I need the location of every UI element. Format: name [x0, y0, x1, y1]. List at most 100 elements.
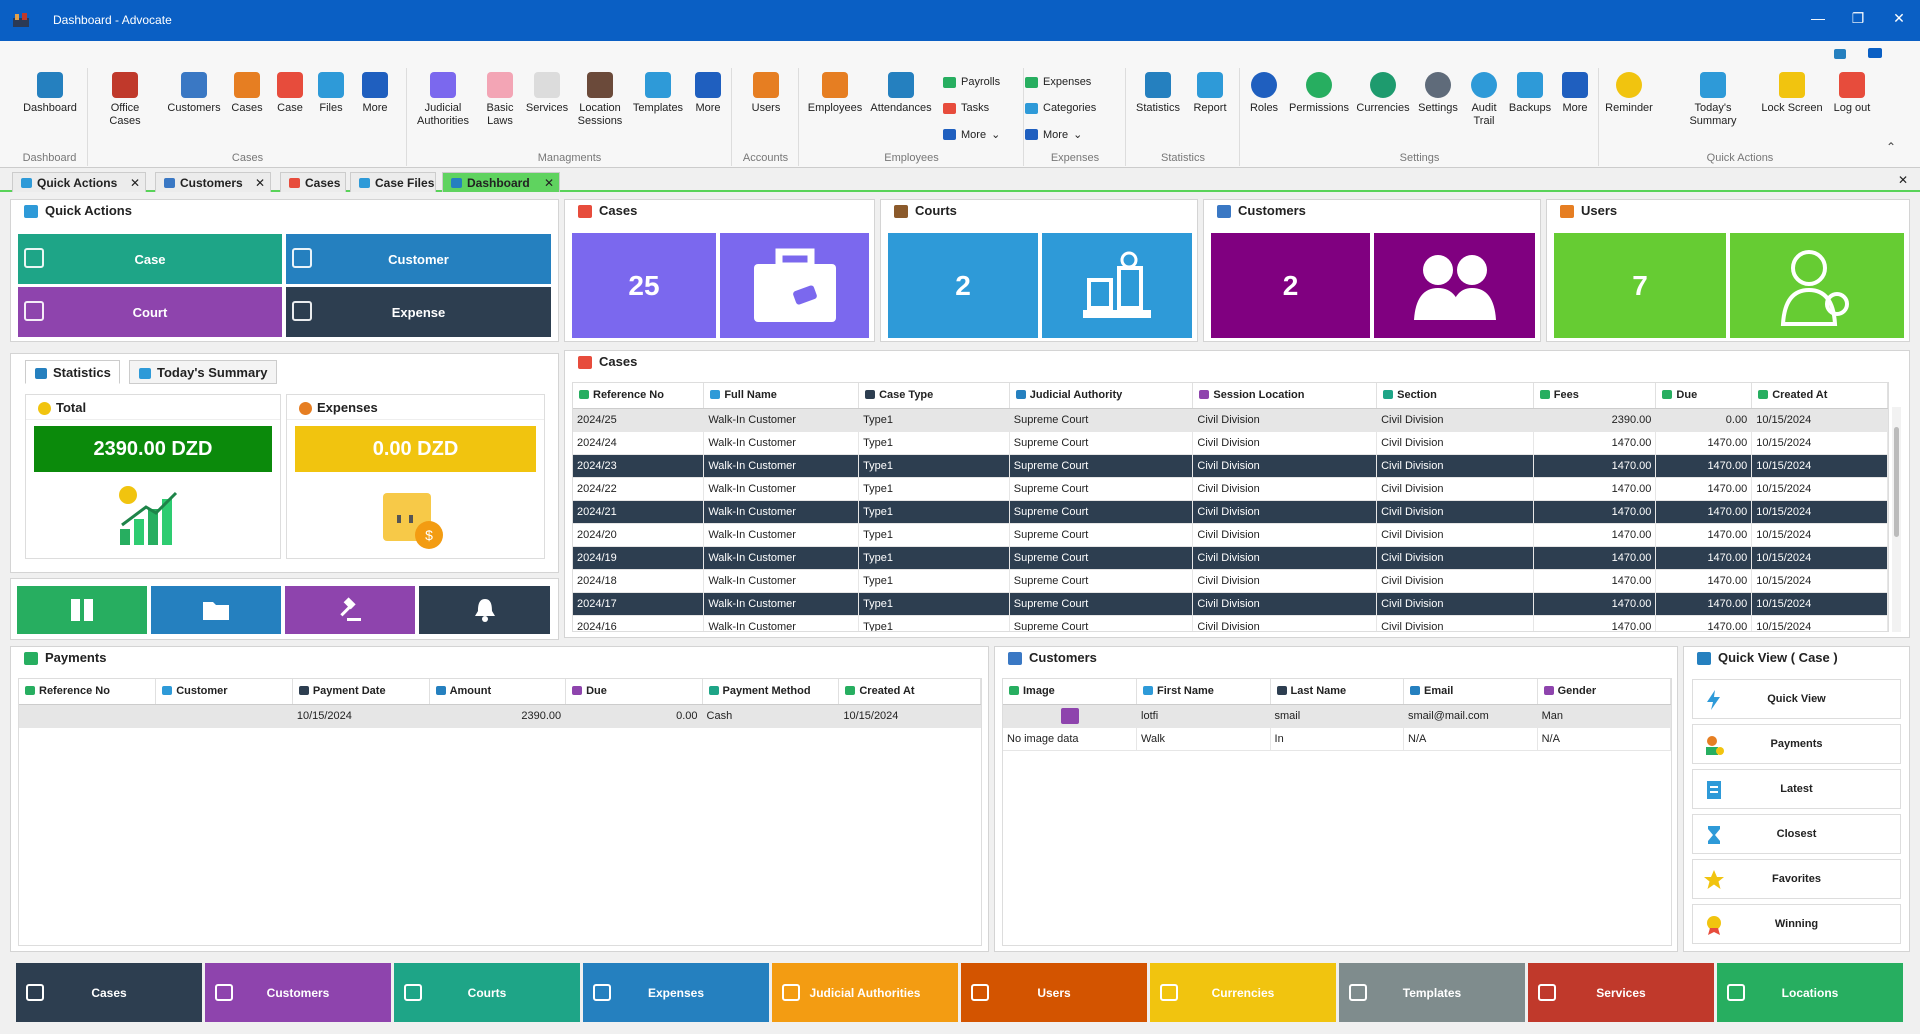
ribbon-dashboard-button[interactable]: Dashboard: [16, 72, 84, 115]
column-header[interactable]: Amount: [429, 679, 567, 705]
nav-expenses-button[interactable]: Expenses: [583, 963, 769, 1022]
ribbon-employees-button[interactable]: Employees: [806, 72, 864, 115]
column-header[interactable]: Session Location: [1192, 383, 1378, 409]
layout-icon[interactable]: [1834, 49, 1846, 59]
quick-view-favorites-button[interactable]: Favorites: [1692, 859, 1901, 899]
close-window-icon[interactable]: ✕: [1884, 10, 1914, 27]
ribbon-settings-more-button[interactable]: More: [1555, 72, 1595, 115]
shortcut-bell-button[interactable]: [419, 586, 550, 634]
stat-cases-tile[interactable]: 25: [572, 233, 869, 338]
nav-judicial-authorities-button[interactable]: Judicial Authorities: [772, 963, 958, 1022]
tab-cases[interactable]: Cases: [280, 172, 346, 192]
column-header[interactable]: Due: [565, 679, 703, 705]
column-header[interactable]: Payment Date: [292, 679, 430, 705]
table-row[interactable]: 2024/22 Walk-In Customer Type1 Supreme Cour…: [573, 477, 1888, 501]
collapse-ribbon-icon[interactable]: ⌃: [1886, 140, 1896, 154]
shortcut-gavel-button[interactable]: [285, 586, 415, 634]
cases-scrollbar[interactable]: [1892, 407, 1901, 632]
quick-view-winning-button[interactable]: Winning: [1692, 904, 1901, 944]
column-header[interactable]: Due: [1655, 383, 1753, 409]
shortcut-folder-button[interactable]: [151, 586, 281, 634]
column-header[interactable]: Created At: [1751, 383, 1888, 409]
restore-icon[interactable]: ❐: [1843, 10, 1873, 27]
ribbon-report-button[interactable]: Report: [1187, 72, 1233, 115]
ribbon-statistics-button[interactable]: Statistics: [1131, 72, 1185, 115]
ribbon-roles-button[interactable]: Roles: [1245, 72, 1283, 115]
tab-customers[interactable]: Customers ✕: [155, 172, 271, 192]
nav-customers-button[interactable]: Customers: [205, 963, 391, 1022]
stat-users-tile[interactable]: 7: [1554, 233, 1904, 338]
close-tab-icon[interactable]: ✕: [544, 176, 554, 190]
table-row[interactable]: 2024/23 Walk-In Customer Type1 Supreme Cour…: [573, 454, 1888, 478]
column-header[interactable]: Reference No: [19, 679, 157, 705]
ribbon-expenses-button[interactable]: Expenses: [1025, 76, 1091, 88]
quick-action-expense-button[interactable]: Expense: [286, 287, 551, 337]
ribbon-location-sessions-button[interactable]: Location Sessions: [574, 72, 626, 128]
theme-icon[interactable]: [1868, 48, 1882, 58]
nav-services-button[interactable]: Services: [1528, 963, 1714, 1022]
customers-grid[interactable]: Image First Name Last Name Email Gender lotf…: [1002, 678, 1672, 946]
column-header[interactable]: Case Type: [858, 383, 1010, 409]
column-header[interactable]: Image: [1003, 679, 1138, 705]
close-tab-icon[interactable]: ✕: [130, 176, 140, 190]
ribbon-payrolls-button[interactable]: Payrolls: [943, 76, 1000, 88]
column-header[interactable]: First Name: [1136, 679, 1271, 705]
table-row[interactable]: 2024/21 Walk-In Customer Type1 Supreme Cour…: [573, 500, 1888, 524]
minimize-icon[interactable]: —: [1803, 10, 1833, 26]
column-header[interactable]: Reference No: [573, 383, 705, 409]
table-row[interactable]: 2024/20 Walk-In Customer Type1 Supreme Cour…: [573, 523, 1888, 547]
ribbon-reminder-button[interactable]: Reminder: [1604, 72, 1654, 115]
column-header[interactable]: Email: [1403, 679, 1538, 705]
table-row[interactable]: 2024/25 Walk-In Customer Type1 Supreme Cour…: [573, 408, 1888, 432]
ribbon-files-button[interactable]: Files: [312, 72, 350, 115]
ribbon-templates-button[interactable]: Templates: [630, 72, 686, 115]
column-header[interactable]: Fees: [1533, 383, 1657, 409]
ribbon-log-out-button[interactable]: Log out: [1828, 72, 1876, 115]
ribbon-backups-button[interactable]: Backups: [1507, 72, 1553, 115]
column-header[interactable]: Customer: [155, 679, 293, 705]
quick-view-latest-button[interactable]: Latest: [1692, 769, 1901, 809]
column-header[interactable]: Section: [1376, 383, 1534, 409]
column-header[interactable]: Gender: [1537, 679, 1671, 705]
ribbon-basic-laws-button[interactable]: Basic Laws: [480, 72, 520, 128]
ribbon-cases-button[interactable]: Cases: [226, 72, 268, 115]
shortcut-archive-button[interactable]: [17, 586, 147, 634]
tab-quick-actions[interactable]: Quick Actions ✕: [12, 172, 146, 192]
table-row[interactable]: No image data Walk In N/A N/A: [1003, 727, 1671, 751]
ribbon-settings-button[interactable]: Settings: [1415, 72, 1461, 115]
ribbon-audit-trail-button[interactable]: Audit Trail: [1463, 72, 1505, 128]
ribbon-cases-more-button[interactable]: More: [353, 72, 397, 115]
table-row[interactable]: 2024/17 Walk-In Customer Type1 Supreme Cour…: [573, 592, 1888, 616]
quick-view-closest-button[interactable]: Closest: [1692, 814, 1901, 854]
table-row[interactable]: 2024/19 Walk-In Customer Type1 Supreme Cour…: [573, 546, 1888, 570]
table-row[interactable]: 2024/18 Walk-In Customer Type1 Supreme Cour…: [573, 569, 1888, 593]
column-header[interactable]: Created At: [838, 679, 981, 705]
ribbon-users-button[interactable]: Users: [741, 72, 791, 115]
ribbon-todays-summary-button[interactable]: Today's Summary: [1670, 72, 1756, 128]
quick-action-customer-button[interactable]: Customer: [286, 234, 551, 284]
ribbon-services-button[interactable]: Services: [524, 72, 570, 115]
ribbon-lock-screen-button[interactable]: Lock Screen: [1760, 72, 1824, 115]
ribbon-judicial-authorities-button[interactable]: Judicial Authorities: [414, 72, 472, 128]
nav-users-button[interactable]: Users: [961, 963, 1147, 1022]
tab-todays-summary[interactable]: Today's Summary: [129, 360, 277, 384]
nav-locations-button[interactable]: Locations: [1717, 963, 1903, 1022]
nav-courts-button[interactable]: Courts: [394, 963, 580, 1022]
nav-currencies-button[interactable]: Currencies: [1150, 963, 1336, 1022]
tab-case-files[interactable]: Case Files: [350, 172, 436, 192]
table-row[interactable]: 2024/16 Walk-In Customer Type1 Supreme Cour…: [573, 615, 1888, 631]
close-all-tabs-icon[interactable]: ✕: [1898, 173, 1908, 187]
ribbon-case-button[interactable]: Case: [271, 72, 309, 115]
tab-statistics[interactable]: Statistics: [25, 360, 120, 384]
ribbon-expenses-more-button[interactable]: More ⌄: [1025, 128, 1082, 141]
column-header[interactable]: Judicial Authority: [1009, 383, 1194, 409]
ribbon-tasks-button[interactable]: Tasks: [943, 102, 989, 114]
quick-action-court-button[interactable]: Court: [18, 287, 282, 337]
quick-action-case-button[interactable]: Case: [18, 234, 282, 284]
payments-grid[interactable]: Reference No Customer Payment Date Amount Du…: [18, 678, 982, 946]
ribbon-managments-more-button[interactable]: More: [688, 72, 728, 115]
column-header[interactable]: Full Name: [703, 383, 860, 409]
cases-scrollbar-thumb[interactable]: [1894, 427, 1899, 537]
ribbon-currencies-button[interactable]: Currencies: [1354, 72, 1412, 115]
stat-courts-tile[interactable]: 2: [888, 233, 1192, 338]
